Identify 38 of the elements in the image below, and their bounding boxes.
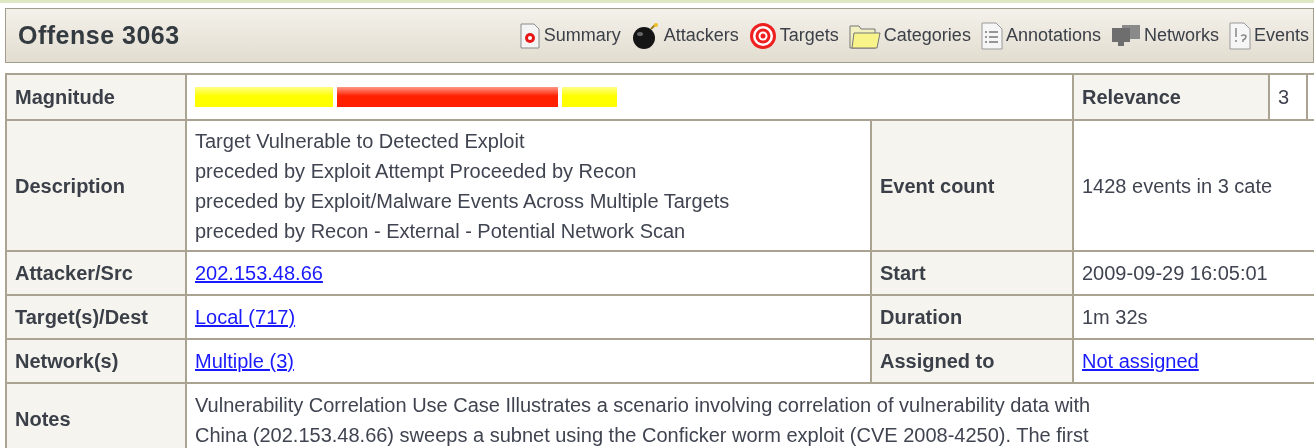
row-label: Event count [880,174,995,197]
notes-line: China (202.153.48.66) sweeps a subnet using the Conficker worm exploit (CVE 2008-4250). The first [195,423,1090,448]
row-label: Attacker/Src [15,262,133,284]
value-link[interactable]: Local (717) [195,306,296,328]
computers-icon [1110,23,1141,48]
notes-line: Vulnerability Correlation Use Case Illustrates a scenario involving correlation of vulnerability data with [195,393,1092,418]
bomb-icon [630,21,661,50]
value-text: 2009-09-29 16:05:01 [1082,262,1268,284]
value-text: 1428 events in 3 cate [1082,174,1273,197]
row-label: Start [880,262,926,284]
document-icon [518,22,541,49]
row-label: Relevance [1082,86,1181,108]
value-link[interactable]: Multiple (3) [195,350,294,372]
row-label: Description [15,174,126,197]
row-label: Assigned to [880,350,995,372]
target-icon [748,21,777,50]
row-label: Target(s)/Dest [15,306,148,328]
alert-document-icon [1228,21,1251,50]
row-label: Duration [880,306,963,328]
description-line: preceded by Recon - External - Potential Network Scan [195,218,687,244]
description-line: Target Vulnerable to Detected Exploit [195,128,526,154]
description-line: preceded by Exploit/Malware Events Across Multiple Targets [195,188,731,214]
value-text: 3 [1278,86,1290,108]
row-label: Notes [15,408,71,430]
nav-link[interactable]: Annotations [980,21,1101,50]
nav-link[interactable]: Networks [1110,22,1219,49]
row-label: Network(s) [15,350,119,372]
value-link[interactable]: 202.153.48.66 [195,262,323,284]
nav-link[interactable]: Attackers [630,21,739,50]
nav-link[interactable]: Targets [748,21,839,50]
list-document-icon [980,21,1003,50]
nav-link[interactable]: Summary [518,22,621,49]
row-label: Magnitude [15,86,115,108]
description-line: preceded by Exploit Attempt Proceeded by Recon [195,158,638,184]
nav-link[interactable]: Categories [848,21,971,50]
value-text: 1m 32s [1082,306,1148,328]
offense-title: Offense 3063 [18,19,180,51]
nav-link[interactable]: Events [1228,21,1309,50]
